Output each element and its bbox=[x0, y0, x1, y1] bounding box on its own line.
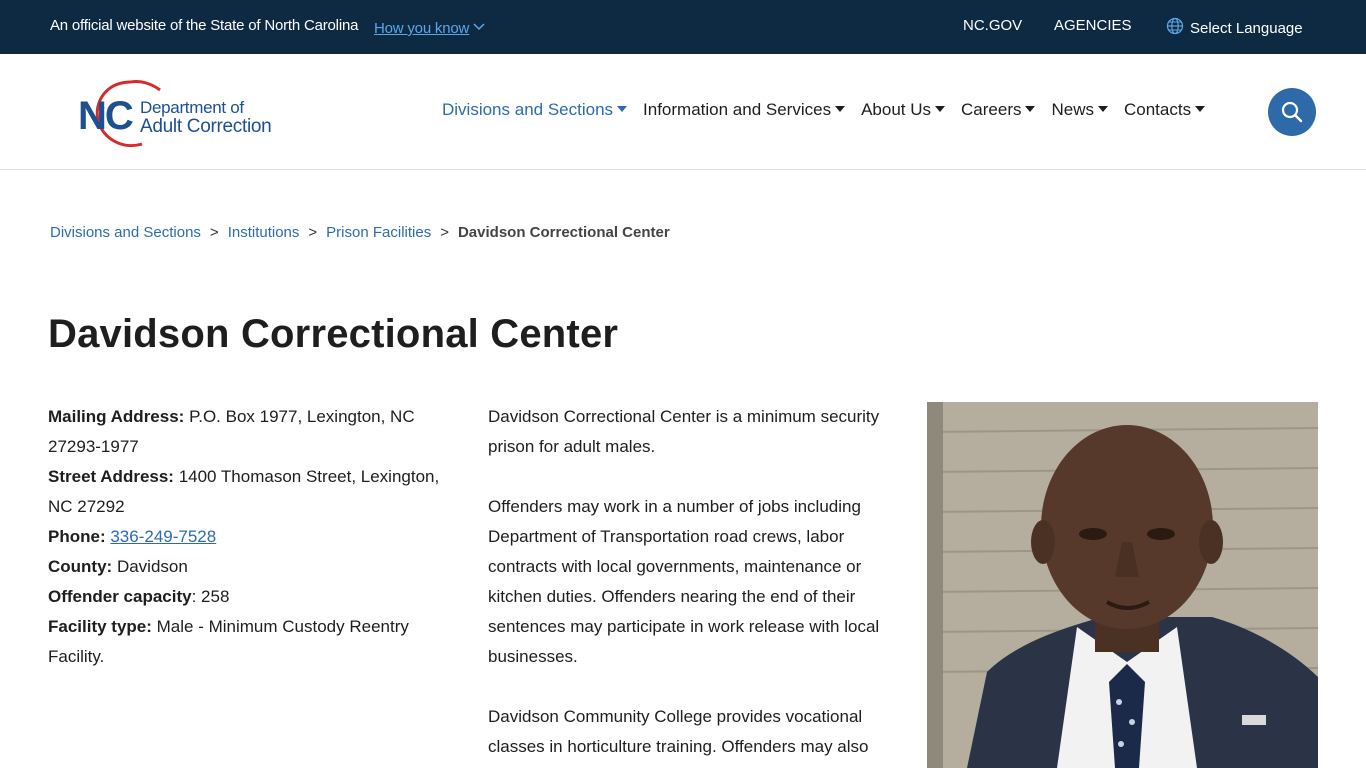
phone-label: Phone: bbox=[48, 527, 106, 546]
county-value: Davidson bbox=[112, 557, 188, 576]
ncgov-link[interactable]: NC.GOV bbox=[963, 17, 1022, 34]
main-nav: Divisions and Sections Information and S… bbox=[442, 100, 1221, 120]
nav-label: Contacts bbox=[1124, 100, 1192, 119]
breadcrumb-divisions[interactable]: Divisions and Sections bbox=[50, 224, 201, 241]
search-icon bbox=[1281, 101, 1303, 123]
nav-label: News bbox=[1051, 100, 1094, 119]
search-button[interactable] bbox=[1268, 88, 1316, 136]
caret-down-icon bbox=[1025, 106, 1036, 112]
county-label: County: bbox=[48, 557, 113, 576]
phone-link[interactable]: 336-249-7528 bbox=[110, 527, 216, 546]
breadcrumb-separator: > bbox=[440, 224, 449, 241]
nav-divisions-and-sections[interactable]: Divisions and Sections bbox=[442, 100, 628, 120]
breadcrumb-current: Davidson Correctional Center bbox=[457, 224, 670, 241]
caret-down-icon bbox=[1195, 106, 1206, 112]
nav-label: Information and Services bbox=[643, 100, 832, 119]
caret-down-icon bbox=[617, 106, 628, 112]
breadcrumb: Divisions and Sections > Institutions > Pris… bbox=[50, 224, 670, 241]
official-site-text: An official website of the State of Nort… bbox=[50, 17, 359, 34]
chevron-down-icon bbox=[473, 18, 485, 35]
facility-description: Davidson Correctional Center is a minimu… bbox=[488, 402, 888, 768]
page-title: Davidson Correctional Center bbox=[48, 312, 619, 356]
mailing-address-label: Mailing Address: bbox=[48, 407, 185, 426]
how-you-know-link[interactable]: How you know bbox=[374, 18, 485, 37]
facility-type: Facility type: Male - Minimum Custody Re… bbox=[48, 612, 448, 672]
description-paragraph: Davidson Correctional Center is a minimu… bbox=[488, 407, 880, 456]
capacity-label: Offender capacity bbox=[48, 587, 192, 606]
nav-about-us[interactable]: About Us bbox=[861, 100, 946, 120]
description-paragraph: Offenders may work in a number of jobs i… bbox=[488, 497, 880, 666]
select-language-label: Select Language bbox=[1190, 20, 1303, 37]
warden-photo bbox=[927, 402, 1318, 768]
site-header: NC Department of Adult Correction Divisi… bbox=[0, 54, 1366, 170]
nav-label: Divisions and Sections bbox=[442, 100, 614, 119]
breadcrumb-separator: > bbox=[209, 224, 219, 241]
street-address-label: Street Address: bbox=[48, 467, 174, 486]
description-paragraph: Davidson Community College provides voca… bbox=[488, 707, 869, 756]
offender-capacity: Offender capacity: 258 bbox=[48, 582, 448, 612]
logo-line2: Adult Correction bbox=[140, 116, 272, 137]
phone: Phone: 336-249-7528 bbox=[48, 522, 448, 552]
select-language-button[interactable]: Select Language bbox=[1166, 17, 1303, 37]
agencies-link[interactable]: AGENCIES bbox=[1054, 17, 1132, 34]
county: County: Davidson bbox=[48, 552, 448, 582]
nav-careers[interactable]: Careers bbox=[961, 100, 1036, 120]
caret-down-icon bbox=[935, 106, 946, 112]
how-you-know-label: How you know bbox=[374, 20, 470, 37]
breadcrumb-separator: > bbox=[308, 224, 318, 241]
caret-down-icon bbox=[835, 106, 846, 112]
globe-icon bbox=[1166, 17, 1184, 35]
agency-logo[interactable]: NC Department of Adult Correction bbox=[76, 74, 276, 150]
nav-label: About Us bbox=[861, 100, 932, 119]
logo-nc: NC bbox=[78, 94, 134, 138]
nav-news[interactable]: News bbox=[1051, 100, 1108, 120]
caret-down-icon bbox=[1098, 106, 1108, 112]
nav-contacts[interactable]: Contacts bbox=[1124, 100, 1206, 120]
facility-info: Mailing Address: P.O. Box 1977, Lexingto… bbox=[48, 402, 448, 672]
capacity-value: : 258 bbox=[191, 587, 230, 606]
nav-label: Careers bbox=[961, 100, 1022, 119]
nav-information-and-services[interactable]: Information and Services bbox=[643, 100, 846, 120]
street-address: Street Address: 1400 Thomason Street, Le… bbox=[48, 462, 448, 522]
mailing-address: Mailing Address: P.O. Box 1977, Lexingto… bbox=[48, 402, 448, 462]
breadcrumb-institutions[interactable]: Institutions bbox=[228, 224, 300, 241]
logo-line1: Department of bbox=[140, 98, 244, 117]
breadcrumb-prison-facilities[interactable]: Prison Facilities bbox=[326, 224, 431, 241]
facility-type-label: Facility type: bbox=[48, 617, 152, 636]
official-banner: An official website of the State of Nort… bbox=[0, 0, 1366, 54]
